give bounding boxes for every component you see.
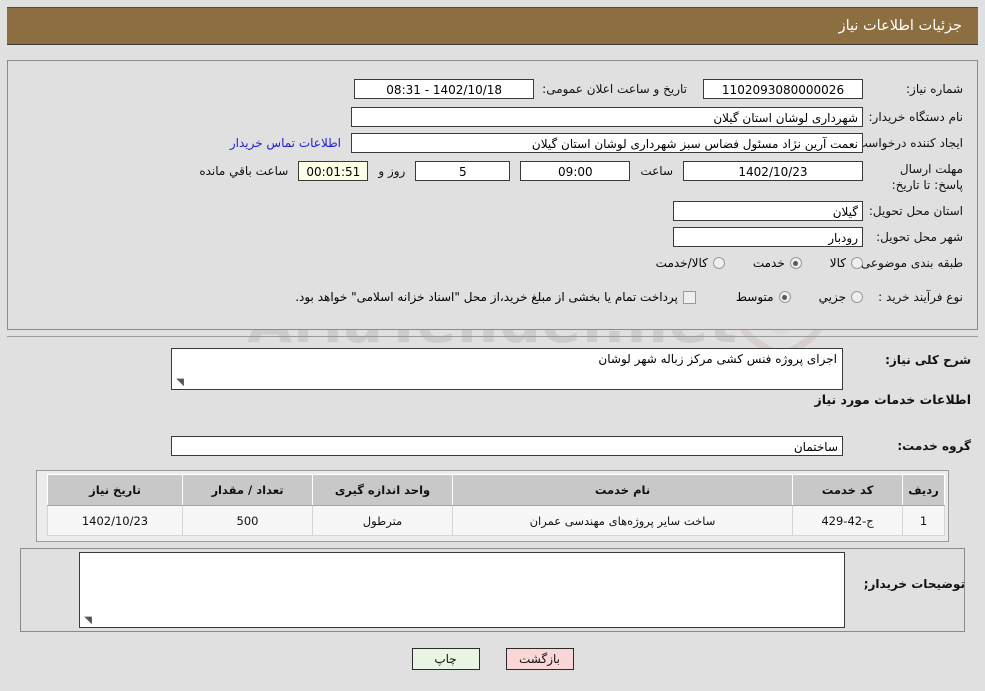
services-table: ردیف کد خدمت نام خدمت واحد اندازه گیری ت… xyxy=(47,474,945,536)
cell-quantity: 500 xyxy=(182,505,313,536)
need-summary-panel: شماره نیاز: 1102093080000026 تاریخ و ساع… xyxy=(7,60,978,330)
buyer-comments-textarea[interactable]: ◥ xyxy=(79,552,845,628)
col-service-name: نام خدمت xyxy=(452,474,793,506)
process-option-jozei[interactable]: جزیي xyxy=(819,290,863,304)
deadline-row: مهلت ارسال پاسخ: تا تاریخ: 1402/10/23 سا… xyxy=(199,161,963,193)
service-group-row: گروه خدمت: ساختمان xyxy=(171,436,971,456)
cell-service-name: ساخت سایر پروژه‌های مهندسی عمران xyxy=(452,505,793,536)
creator-value: نعمت آرین نژاد مسئول فضاس سبز شهرداری لو… xyxy=(351,133,863,153)
days-label: روز و xyxy=(378,164,406,178)
treasury-bond-checkbox-group[interactable]: پرداخت تمام یا بخشی از مبلغ خرید،از محل … xyxy=(295,290,696,304)
general-desc-value: اجرای پروژه فنس کشی مرکز زباله شهر لوشان xyxy=(598,352,837,366)
services-info-title: اطلاعات خدمات مورد نیاز xyxy=(814,392,972,407)
buyer-org-row: نام دستگاه خریدار: شهرداری لوشان استان گ… xyxy=(351,107,963,127)
days-remaining-value: 5 xyxy=(415,161,511,181)
countdown-timer-value: 00:01:51 xyxy=(298,161,369,181)
cell-unit: مترطول xyxy=(312,505,453,536)
process-option-motevaset[interactable]: متوسط xyxy=(736,290,791,304)
province-row: استان محل تحویل: گیلان xyxy=(673,201,963,221)
city-value: رودبار xyxy=(673,227,863,247)
category-label: طبقه بندی موضوعی: xyxy=(856,256,963,270)
radio-icon[interactable] xyxy=(712,257,725,270)
cell-row-number: 1 xyxy=(902,505,945,536)
category-option-label: خدمت xyxy=(752,256,785,271)
province-value: گیلان xyxy=(673,201,863,221)
col-quantity: تعداد / مقدار xyxy=(182,474,313,506)
table-row: 1 ج-42-429 ساخت سایر پروژه‌های مهندسی عم… xyxy=(47,505,945,536)
need-number-row: شماره نیاز: 1102093080000026 xyxy=(703,79,963,99)
radio-icon[interactable] xyxy=(851,257,863,270)
category-option-label: کالا/خدمت xyxy=(655,256,708,271)
process-option-label: متوسط xyxy=(735,290,774,305)
process-option-label: جزیي xyxy=(818,290,846,305)
category-option-kala-khedmat[interactable]: کالا/خدمت xyxy=(656,256,725,270)
radio-icon[interactable] xyxy=(851,291,863,304)
radio-icon[interactable] xyxy=(789,257,802,270)
process-type-label: نوع فرآیند خرید : xyxy=(878,290,963,304)
general-desc-row: شرح کلی نیاز: اجرای پروژه فنس کشی مرکز ز… xyxy=(171,348,971,390)
creator-row: ایجاد کننده درخواست: نعمت آرین نژاد مسئو… xyxy=(230,133,963,153)
deadline-date-value: 1402/10/23 xyxy=(683,161,863,181)
need-number-value: 1102093080000026 xyxy=(703,79,863,99)
need-number-label: شماره نیاز: xyxy=(906,81,963,96)
table-header-row: ردیف کد خدمت نام خدمت واحد اندازه گیری ت… xyxy=(47,474,945,506)
resize-handle-icon[interactable]: ◥ xyxy=(82,616,92,626)
col-need-date: تاریخ نیاز xyxy=(47,474,183,506)
province-label: استان محل تحویل: xyxy=(868,203,963,218)
treasury-bond-text: پرداخت تمام یا بخشی از مبلغ خرید،از محل … xyxy=(295,290,678,305)
back-button[interactable]: بازگشت xyxy=(505,648,574,670)
deadline-label: مهلت ارسال پاسخ: تا تاریخ: xyxy=(891,162,963,193)
buyer-org-value: شهرداری لوشان استان گیلان xyxy=(351,107,863,127)
category-option-kala[interactable]: کالا xyxy=(830,256,863,270)
buyer-contact-link[interactable]: اطلاعات تماس خریدار xyxy=(230,136,341,150)
col-service-code: کد خدمت xyxy=(792,474,903,506)
general-desc-textarea[interactable]: اجرای پروژه فنس کشی مرکز زباله شهر لوشان… xyxy=(171,348,843,390)
category-option-khedmat[interactable]: خدمت xyxy=(753,256,802,270)
public-announce-value: 1402/10/18 - 08:31 xyxy=(354,79,535,99)
service-group-value: ساختمان xyxy=(171,436,843,456)
page-title: جزئیات اطلاعات نیاز xyxy=(838,18,962,34)
hour-label: ساعت xyxy=(640,164,673,178)
public-announce-row: تاریخ و ساعت اعلان عمومی: 1402/10/18 - 0… xyxy=(354,79,687,99)
resize-handle-icon[interactable]: ◥ xyxy=(174,378,184,388)
radio-icon[interactable] xyxy=(778,291,791,304)
action-button-bar: بازگشت چاپ xyxy=(0,648,985,670)
page-header: جزئیات اطلاعات نیاز xyxy=(7,7,978,45)
city-row: شهر محل تحویل: رودبار xyxy=(673,227,963,247)
deadline-hour-value: 09:00 xyxy=(520,161,631,181)
public-announce-label: تاریخ و ساعت اعلان عمومی: xyxy=(542,82,687,96)
cell-service-code: ج-42-429 xyxy=(792,505,903,536)
col-row-number: ردیف xyxy=(902,474,945,506)
print-button[interactable]: چاپ xyxy=(411,648,480,670)
buyer-comments-row: توضیحات خریدار; ◥ xyxy=(79,552,965,628)
category-row: طبقه بندی موضوعی: کالا خدمت کالا/خدمت xyxy=(656,255,963,271)
service-group-label: گروه خدمت: xyxy=(897,438,971,453)
process-type-row: نوع فرآیند خرید : جزیي متوسط پرداخت تمام… xyxy=(295,289,963,305)
checkbox-icon[interactable] xyxy=(682,290,696,304)
buyer-org-label: نام دستگاه خریدار: xyxy=(868,109,964,124)
creator-label: ایجاد کننده درخواست: xyxy=(852,135,963,150)
general-desc-label: شرح کلی نیاز: xyxy=(885,353,971,367)
timer-label: ساعت باقي مانده xyxy=(199,164,289,178)
buyer-comments-label: توضیحات خریدار; xyxy=(863,577,965,591)
category-option-label: کالا xyxy=(829,256,846,271)
city-label: شهر محل تحویل: xyxy=(876,229,963,244)
col-unit: واحد اندازه گیری xyxy=(312,474,453,506)
cell-need-date: 1402/10/23 xyxy=(47,505,183,536)
